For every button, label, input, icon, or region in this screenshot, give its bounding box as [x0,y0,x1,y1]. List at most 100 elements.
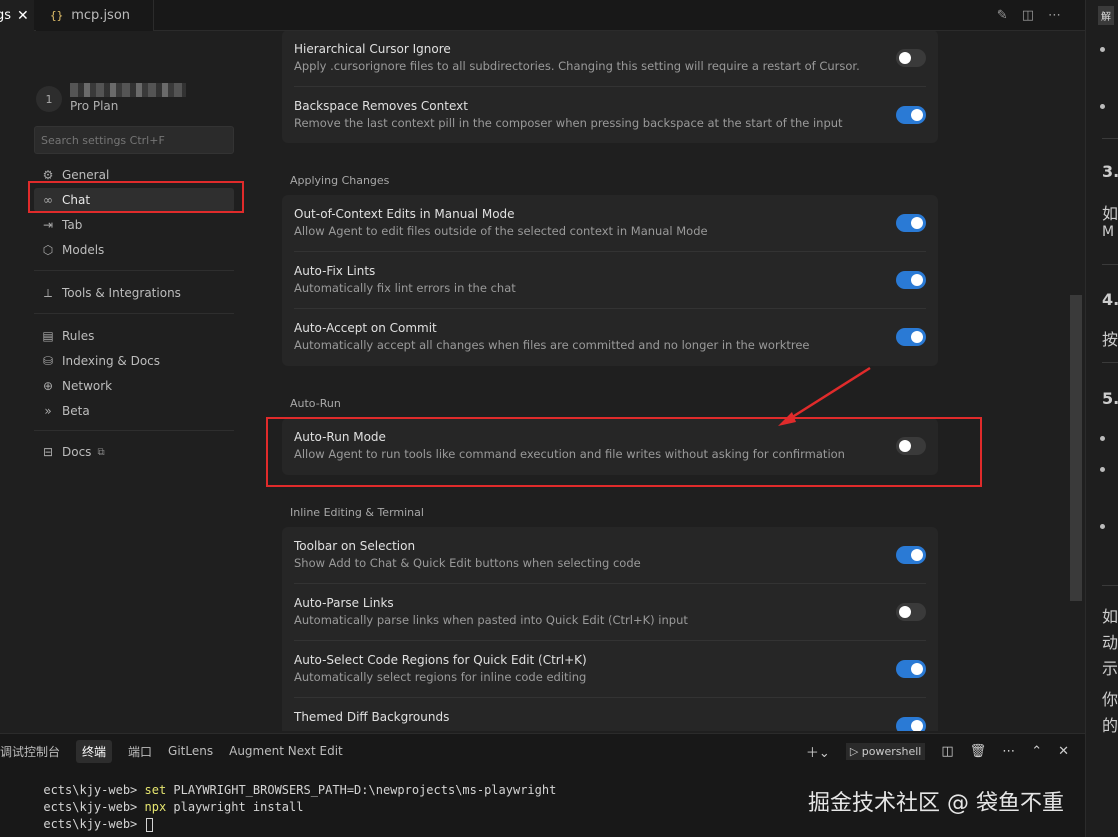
tab-ports[interactable]: 端口 [128,743,152,760]
setting-row: Out-of-Context Edits in Manual Mode Allo… [282,195,938,252]
toggle-auto-fix-lints[interactable] [896,271,926,289]
panel-text: 3. [1102,162,1118,181]
setting-title: Hierarchical Cursor Ignore [294,42,451,56]
sidebar-item-tools[interactable]: ⟂ Tools & Integrations [34,281,234,305]
setting-description: Allow Agent to edit files outside of the… [294,224,708,238]
cube-icon: ⬡ [42,243,54,257]
toggle-auto-select-code-regions[interactable] [896,660,926,678]
watermark-text: 掘金技术社区 @ 袋鱼不重 [808,791,1064,816]
bullet [1100,524,1105,529]
toggle-hierarchical-cursor-ignore[interactable] [896,49,926,67]
tab-gitlens[interactable]: GitLens [168,744,213,758]
terminal-prompt-icon: ▷ [849,744,862,758]
infinity-icon: ∞ [43,193,53,207]
setting-title: Auto-Run Mode [294,430,386,444]
divider [34,313,234,314]
sidebar-item-label: General [62,168,110,182]
panel-text: 如 [1102,607,1118,626]
setting-row: Hierarchical Cursor Ignore Apply .cursor… [282,31,938,87]
sidebar-item-label: Indexing & Docs [62,354,161,368]
sidebar-item-indexing[interactable]: ⛁ Indexing & Docs [34,349,234,373]
divider [34,430,234,431]
tab-terminal[interactable]: 终端 [76,739,113,763]
toggle-themed-diff-backgrounds[interactable] [896,717,926,731]
setting-row: Auto-Accept on Commit Automatically acce… [282,309,938,366]
gear-icon: ⚙ [42,168,54,182]
terminal-actions: ＋⌄ ▷ powershell ◫ 🗑 ⋯ ⌃ ✕ [806,734,1069,768]
plan-label: Pro Plan [70,99,119,113]
sidebar-item-chat[interactable]: ∞ Chat [34,188,234,212]
toggle-auto-parse-links[interactable] [896,603,926,621]
terminal-line[interactable]: ects\kjy-web> [0,803,153,837]
sidebar-item-label: Chat [62,193,91,207]
terminal-shell-selector[interactable]: ▷ powershell [845,742,926,760]
toggle-backspace-removes-context[interactable] [896,106,926,124]
rules-icon: ▤ [42,329,54,343]
setting-title: Auto-Fix Lints [294,264,376,278]
sidebar-item-models[interactable]: ⬡ Models [34,238,234,262]
setting-description: Automatically select regions for inline … [294,670,587,684]
cursor-settings-window: gs ✕ {} mcp.json ✎ ◫ ⋯ 1 Pro Plan ⚙ Gene… [0,0,1118,837]
setting-title: Out-of-Context Edits in Manual Mode [294,207,515,221]
section-heading: Inline Editing & Terminal [290,506,424,519]
sidebar-item-general[interactable]: ⚙ General [34,163,234,187]
panel-text: 如 [1102,204,1118,223]
trash-icon[interactable]: 🗑 [970,744,987,759]
toggle-out-of-context-edits[interactable] [896,214,926,232]
divider [1102,138,1118,139]
setting-title: Auto-Parse Links [294,596,394,610]
bullet [1100,467,1105,472]
setting-row: Auto-Select Code Regions for Quick Edit … [282,641,938,698]
bullet [1100,47,1105,52]
panel-text: 按 [1102,330,1118,349]
sidebar-item-docs[interactable]: ⊟ Docs ⧉ [34,440,234,464]
settings-card: Out-of-Context Edits in Manual Mode Allo… [282,195,938,366]
sidebar-item-label: Beta [62,404,90,418]
json-file-icon: {} [50,9,64,22]
edit-icon[interactable]: ✎ [997,8,1008,23]
globe-icon: ⊕ [42,379,54,393]
tab-augment-next-edit[interactable]: Augment Next Edit [229,744,343,758]
avatar[interactable]: 1 [36,86,62,112]
terminal-args: playwright install [166,800,304,814]
sidebar-item-label: Tools & Integrations [62,286,181,300]
close-icon[interactable]: ✕ [17,8,29,24]
panel-badge: 解 [1098,6,1114,25]
tab-settings[interactable]: gs ✕ [0,0,34,31]
close-panel-icon[interactable]: ✕ [1058,744,1069,759]
toggle-auto-accept-on-commit[interactable] [896,328,926,346]
toggle-auto-run-mode[interactable] [896,437,926,455]
setting-description: Show Add to Chat & Quick Edit buttons wh… [294,556,641,570]
split-terminal-icon[interactable]: ◫ [941,744,953,759]
bullet [1100,104,1105,109]
setting-title: Backspace Removes Context [294,99,468,113]
panel-text: 4. [1102,290,1118,309]
terminal-prompt: ects\kjy-web> [43,817,145,831]
panel-text: 动 [1102,633,1118,652]
toggle-toolbar-on-selection[interactable] [896,546,926,564]
split-editor-icon[interactable]: ◫ [1022,8,1034,23]
sidebar-item-beta[interactable]: » Beta [34,399,234,423]
section-heading: Auto-Run [290,397,341,410]
sidebar-item-network[interactable]: ⊕ Network [34,374,234,398]
tab-debug-console[interactable]: 调试控制台 [0,743,60,760]
tab-mcp-json[interactable]: {} mcp.json [36,0,154,31]
chevrons-right-icon: » [44,404,52,418]
setting-title: Auto-Select Code Regions for Quick Edit … [294,653,587,667]
more-icon[interactable]: ⋯ [1002,744,1015,759]
sidebar-item-rules[interactable]: ▤ Rules [34,324,234,348]
settings-search-input[interactable] [34,126,234,154]
sidebar-item-tab[interactable]: ⇥ Tab [34,213,234,237]
new-terminal-icon[interactable]: ＋⌄ [806,742,830,761]
settings-scrollbar[interactable] [1070,295,1082,601]
more-icon[interactable]: ⋯ [1048,8,1061,23]
section-heading: Applying Changes [290,174,390,187]
sidebar-item-label: Network [62,379,113,393]
right-side-panel: 解 3. 如 M 4. 按 5. 如 动 示 你 的 [1085,0,1118,837]
divider [34,270,234,271]
maximize-panel-icon[interactable]: ⌃ [1031,744,1042,759]
setting-row: Backspace Removes Context Remove the las… [282,87,938,144]
panel-text: 的 [1102,716,1118,735]
database-icon: ⛁ [42,354,54,368]
setting-description: Apply .cursorignore files to all subdire… [294,59,860,73]
